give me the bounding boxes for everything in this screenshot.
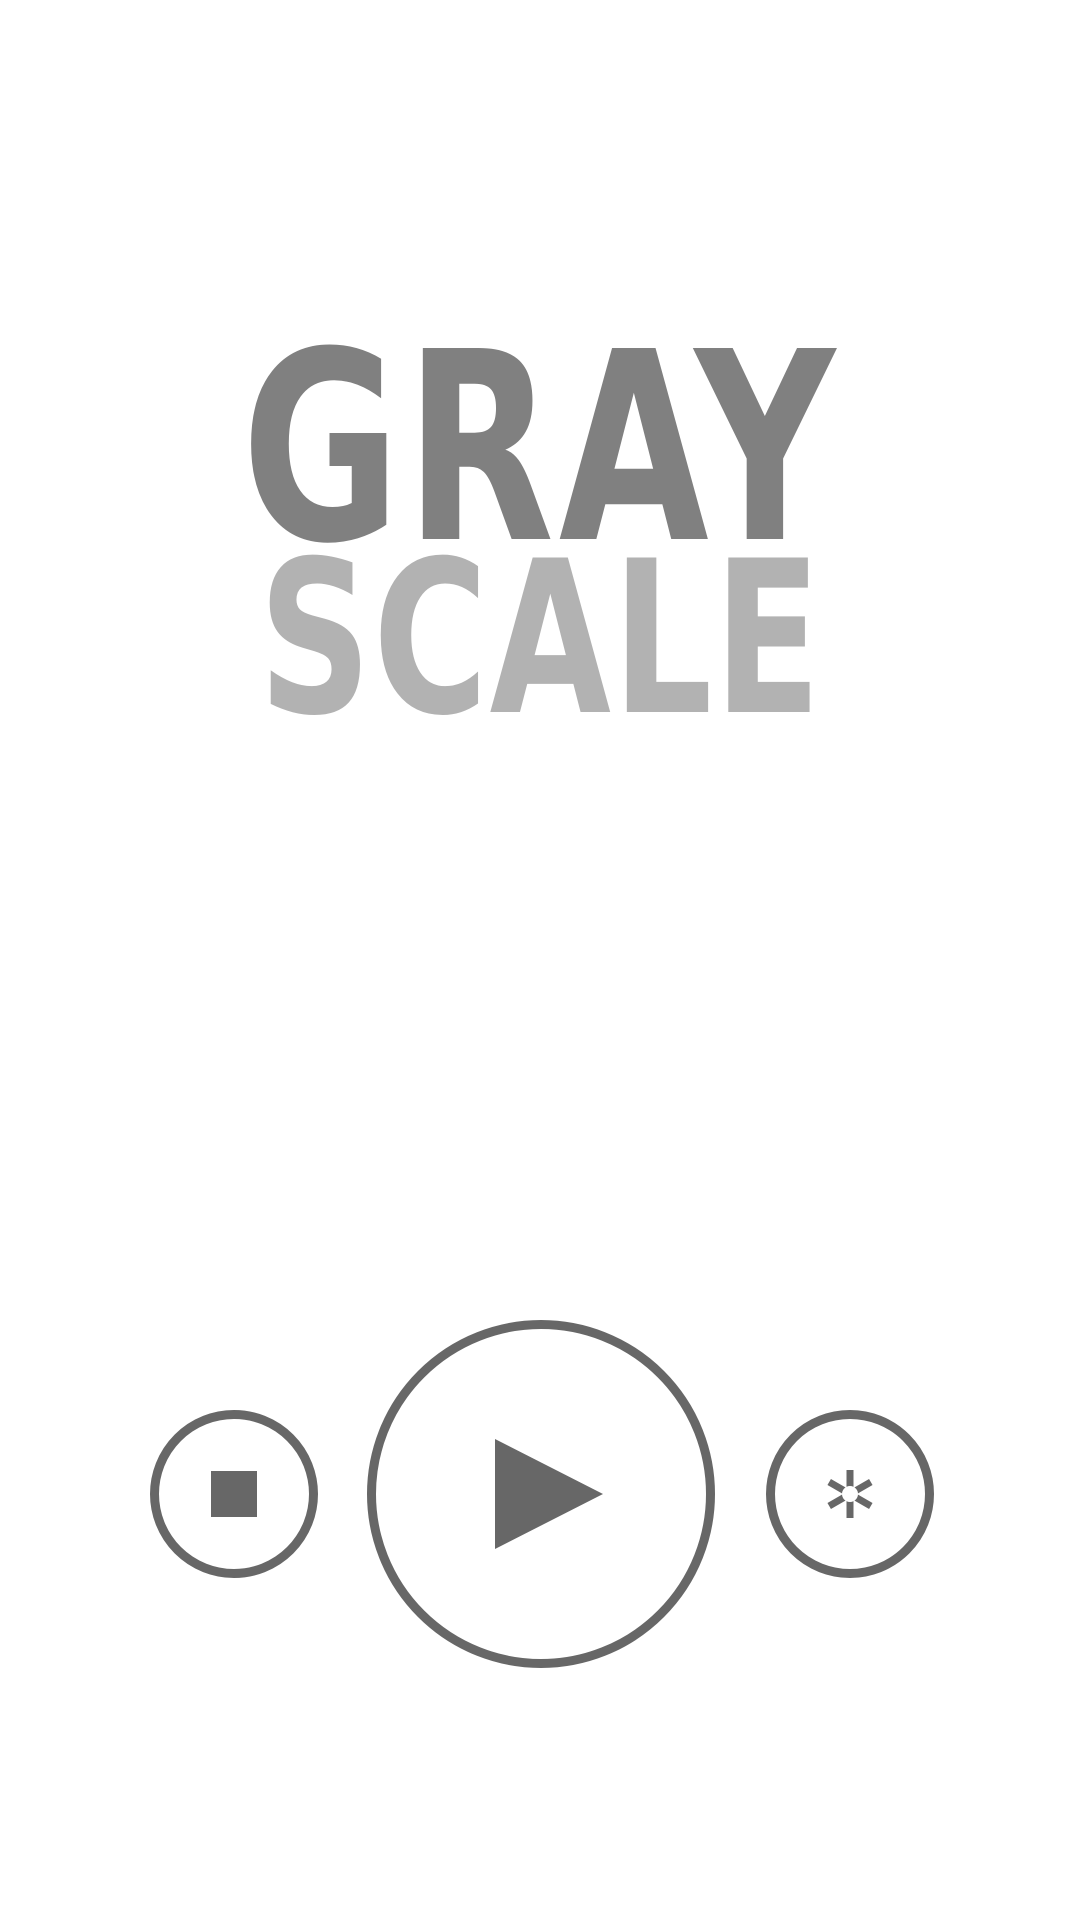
play-icon xyxy=(495,1439,603,1549)
play-button[interactable] xyxy=(367,1320,715,1668)
stop-button[interactable] xyxy=(150,1410,318,1578)
title-scale: SCALE xyxy=(258,515,823,762)
asterisk-icon xyxy=(827,1470,873,1518)
settings-button[interactable] xyxy=(766,1410,934,1578)
stop-icon xyxy=(211,1471,257,1517)
